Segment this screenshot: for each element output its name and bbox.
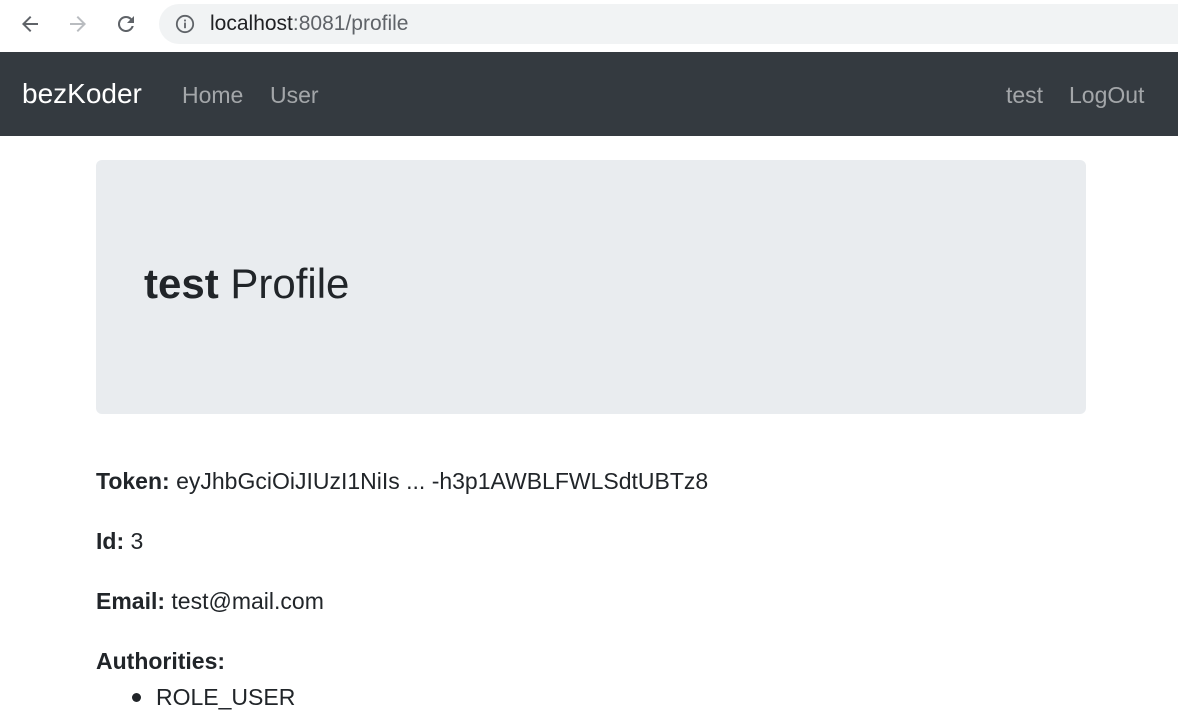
brand-link[interactable]: bezKoder: [22, 78, 142, 110]
forward-button[interactable]: [62, 8, 94, 40]
authorities-row: Authorities:: [96, 647, 225, 675]
nav-link-user[interactable]: User: [270, 81, 319, 109]
app-navbar: bezKoder Home User test LogOut: [0, 52, 1178, 136]
token-value: eyJhbGciOiJIUzI1NiIs ... -h3p1AWBLFWLSdt…: [169, 468, 709, 494]
profile-header: test Profile: [96, 160, 1086, 414]
email-label: Email:: [96, 588, 166, 614]
list-item: ROLE_USER: [96, 683, 295, 711]
page-title: test Profile: [144, 260, 349, 308]
profile-title-suffix: Profile: [218, 260, 350, 307]
token-row: Token: eyJhbGciOiJIUzI1NiIs ... -h3p1AWB…: [96, 467, 708, 495]
authorities-label: Authorities:: [96, 648, 226, 674]
authority-value: ROLE_USER: [156, 684, 296, 710]
url-host: localhost: [210, 12, 293, 35]
arrow-right-icon: [66, 12, 90, 36]
authorities-list: ROLE_USER: [96, 683, 295, 711]
arrow-left-icon: [18, 12, 42, 36]
token-label: Token:: [96, 468, 170, 494]
info-icon[interactable]: [175, 14, 195, 34]
url-text: localhost:8081/profile: [210, 13, 408, 35]
id-value: 3: [124, 528, 144, 554]
address-bar[interactable]: localhost:8081/profile: [159, 4, 1178, 44]
nav-link-home[interactable]: Home: [182, 81, 243, 109]
profile-username: test: [144, 260, 219, 307]
url-path: :8081/profile: [292, 12, 409, 35]
back-button[interactable]: [14, 8, 46, 40]
reload-icon: [114, 12, 138, 36]
email-row: Email: test@mail.com: [96, 587, 324, 615]
email-value: test@mail.com: [165, 588, 324, 614]
nav-link-profile[interactable]: test: [1006, 81, 1043, 109]
browser-toolbar: localhost:8081/profile: [0, 0, 1178, 52]
reload-button[interactable]: [110, 8, 142, 40]
nav-link-logout[interactable]: LogOut: [1069, 81, 1144, 109]
id-row: Id: 3: [96, 527, 143, 555]
id-label: Id:: [96, 528, 125, 554]
bullet-icon: [132, 693, 141, 702]
